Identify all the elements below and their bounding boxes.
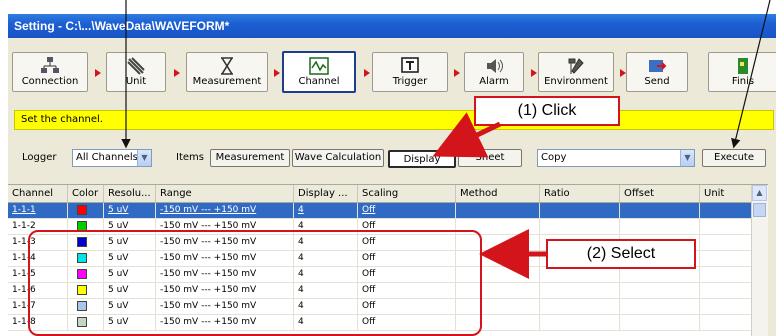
- unit-icon: [107, 56, 165, 76]
- action-select-value: Copy: [541, 152, 567, 163]
- toolbar-connection-button[interactable]: Connection: [12, 52, 88, 92]
- unit-cell[interactable]: [700, 219, 752, 234]
- offset-cell[interactable]: [620, 203, 700, 218]
- toolbar-alarm-button[interactable]: Alarm: [464, 52, 524, 92]
- tools-icon: [539, 56, 613, 76]
- column-header[interactable]: Scaling: [358, 185, 456, 202]
- toolbar-label: Finis: [731, 76, 755, 87]
- column-header[interactable]: Channel: [8, 185, 68, 202]
- column-header[interactable]: Method: [456, 185, 540, 202]
- scroll-thumb[interactable]: [753, 203, 766, 217]
- speaker-icon: [465, 56, 523, 76]
- column-header[interactable]: Resolu...: [104, 185, 156, 202]
- toolbar-label: Unit: [125, 76, 147, 87]
- step-arrow-icon: [454, 69, 460, 77]
- resolution-cell[interactable]: 5 uV: [104, 203, 156, 218]
- toolbar-label: Channel: [298, 76, 340, 87]
- selection-highlight-frame: [28, 230, 482, 336]
- ratio-cell[interactable]: [540, 283, 620, 298]
- toolbar-label: Connection: [21, 76, 79, 87]
- chevron-down-icon[interactable]: ▼: [680, 150, 694, 166]
- table-row[interactable]: 1-1-1 5 uV -150 mV --- +150 mV 4 Off: [8, 203, 768, 219]
- unit-cell[interactable]: [700, 251, 752, 266]
- offset-cell[interactable]: [620, 283, 700, 298]
- column-header[interactable]: Color: [68, 185, 104, 202]
- vertical-scrollbar[interactable]: ▲: [751, 185, 768, 336]
- toolbar-environment-button[interactable]: Environment: [538, 52, 614, 92]
- items-label: Items: [176, 152, 204, 163]
- step-arrow-icon: [174, 69, 180, 77]
- toolbar-label: Send: [644, 76, 670, 87]
- ratio-cell[interactable]: [540, 203, 620, 218]
- column-header[interactable]: Range: [156, 185, 294, 202]
- tab-sheet[interactable]: Sheet: [458, 149, 522, 167]
- toolbar-trigger-button[interactable]: Trigger: [372, 52, 448, 92]
- trigger-icon: [373, 56, 447, 76]
- unit-cell[interactable]: [700, 267, 752, 282]
- control-row: Logger All Channels ▼ Items Measurement …: [8, 146, 776, 170]
- step-arrow-icon: [364, 69, 370, 77]
- toolbar-label: Measurement: [192, 76, 262, 87]
- offset-cell[interactable]: [620, 219, 700, 234]
- column-header[interactable]: Offset: [620, 185, 700, 202]
- ratio-cell[interactable]: [540, 315, 620, 330]
- column-header[interactable]: Ratio: [540, 185, 620, 202]
- step-arrow-icon: [274, 69, 280, 77]
- unit-cell[interactable]: [700, 283, 752, 298]
- callout-select: (2) Select: [546, 239, 696, 269]
- logger-select[interactable]: All Channels ▼: [72, 149, 152, 167]
- toolbar-measurement-button[interactable]: Measurement: [186, 52, 268, 92]
- color-swatch[interactable]: [77, 205, 87, 215]
- callout-click: (1) Click: [474, 96, 620, 126]
- toolbar-unit-button[interactable]: Unit: [106, 52, 166, 92]
- ratio-cell[interactable]: [540, 299, 620, 314]
- execute-button[interactable]: Execute: [702, 149, 766, 167]
- ratio-cell[interactable]: [540, 219, 620, 234]
- display-cell[interactable]: 4: [294, 203, 358, 218]
- step-arrow-icon: [531, 69, 537, 77]
- column-header[interactable]: Unit: [700, 185, 752, 202]
- logger-label: Logger: [22, 152, 57, 163]
- network-icon: [13, 56, 87, 76]
- tab-display[interactable]: Display: [388, 150, 456, 168]
- tab-wave-calculation[interactable]: Wave Calculation: [292, 149, 384, 167]
- unit-cell[interactable]: [700, 299, 752, 314]
- ratio-cell[interactable]: [540, 267, 620, 282]
- toolbar-label: Environment: [544, 76, 608, 87]
- finish-icon: [709, 56, 776, 76]
- wizard-toolbar: Connection Unit Measurement Channel Trig…: [8, 42, 776, 108]
- send-icon: [627, 56, 687, 76]
- toolbar-label: Alarm: [479, 76, 509, 87]
- window-title: Setting - C:\...\WaveData\WAVEFORM*: [8, 14, 776, 38]
- table-header: Channel Color Resolu... Range Display ..…: [8, 185, 768, 203]
- offset-cell[interactable]: [620, 267, 700, 282]
- scaling-cell[interactable]: Off: [358, 203, 456, 218]
- tab-measurement[interactable]: Measurement: [210, 149, 290, 167]
- range-cell[interactable]: -150 mV --- +150 mV: [156, 203, 294, 218]
- action-select[interactable]: Copy ▼: [537, 149, 695, 167]
- scroll-up-icon[interactable]: ▲: [752, 185, 767, 201]
- channel-cell[interactable]: 1-1-1: [8, 203, 68, 218]
- toolbar-channel-button[interactable]: Channel: [282, 51, 356, 93]
- method-cell[interactable]: [456, 203, 540, 218]
- hint-bar: Set the channel.: [14, 110, 774, 130]
- toolbar-finish-button[interactable]: Finis: [708, 52, 776, 92]
- logger-select-value: All Channels: [76, 152, 138, 163]
- unit-cell[interactable]: [700, 315, 752, 330]
- toolbar-label: Trigger: [392, 76, 428, 87]
- toolbar-send-button[interactable]: Send: [626, 52, 688, 92]
- step-arrow-icon: [95, 69, 101, 77]
- waveform-icon: [284, 56, 354, 76]
- unit-cell[interactable]: [700, 235, 752, 250]
- hourglass-icon: [187, 56, 267, 76]
- offset-cell[interactable]: [620, 315, 700, 330]
- unit-cell[interactable]: [700, 203, 752, 218]
- offset-cell[interactable]: [620, 299, 700, 314]
- color-swatch-cell[interactable]: [68, 203, 104, 218]
- chevron-down-icon[interactable]: ▼: [137, 150, 151, 166]
- column-header[interactable]: Display ...: [294, 185, 358, 202]
